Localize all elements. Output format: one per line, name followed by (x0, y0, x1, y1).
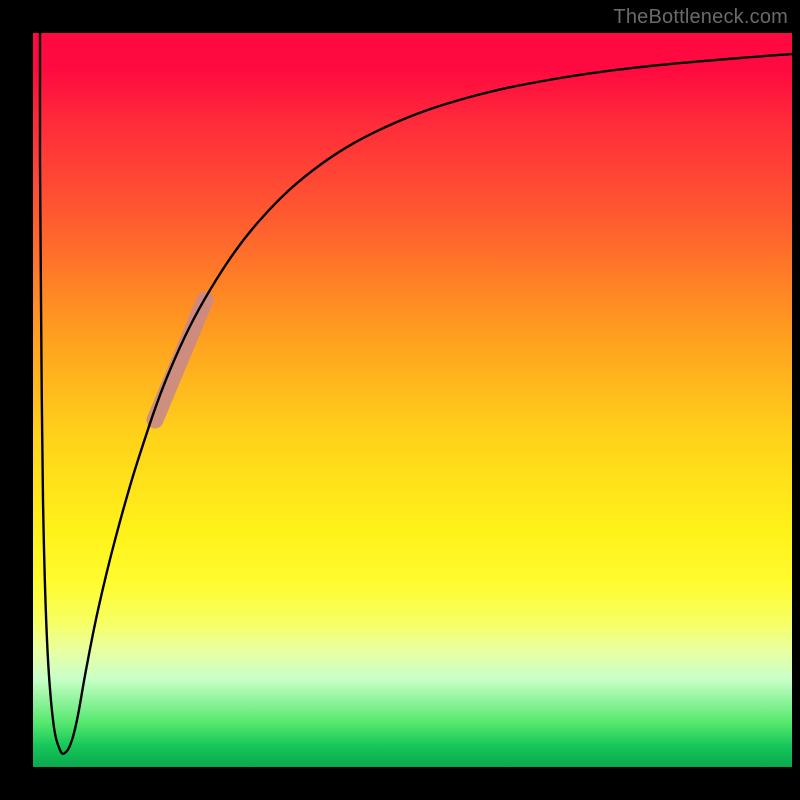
chart-stage: TheBottleneck.com (0, 0, 800, 800)
highlight-segment (155, 300, 205, 420)
chart-curve-layer (0, 0, 800, 800)
bottleneck-curve (40, 33, 792, 754)
attribution-text: TheBottleneck.com (613, 6, 788, 29)
